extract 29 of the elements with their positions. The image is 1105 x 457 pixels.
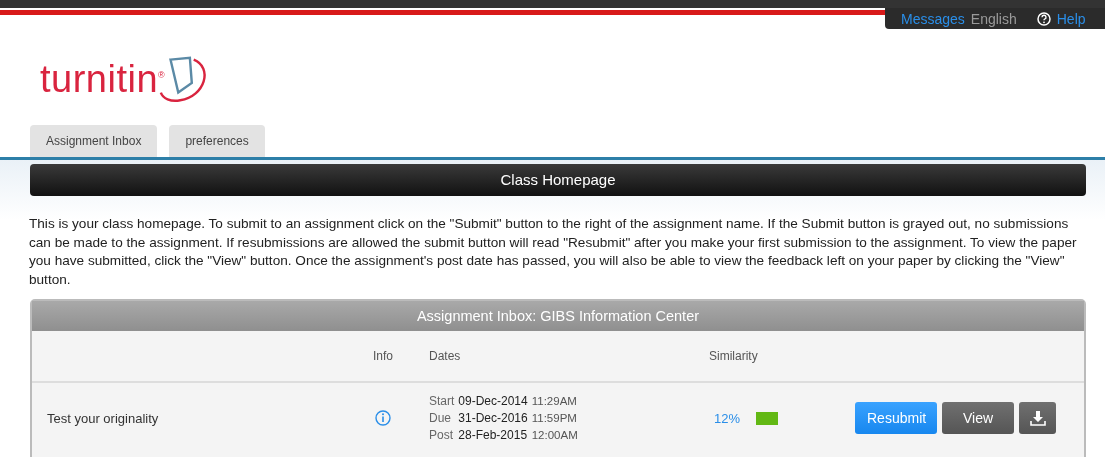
column-header: Info xyxy=(372,349,394,364)
date-label: Start xyxy=(429,392,455,410)
date-label: Post xyxy=(429,426,454,444)
time-value: 11:59PM xyxy=(531,410,578,426)
help-icon[interactable] xyxy=(1036,11,1051,26)
info-icon[interactable] xyxy=(375,410,391,427)
tab[interactable]: Assignment Inbox xyxy=(30,125,158,157)
date-label: Due xyxy=(429,409,452,427)
tab[interactable]: preferences xyxy=(169,125,265,157)
logo-text: turnitin$^{®}$ xyxy=(40,57,166,101)
date-value: 31-Dec-2016 xyxy=(458,409,528,427)
language-label[interactable]: English xyxy=(970,10,1017,27)
intro-paragraph: This is your class homepage. To submit to an assignment click on the "Submit" button to the right of the assignment name. If the Submit button is grayed out, no submissions can be made to the assignment. If resubmissions are allowed the submit button will read "Resubmit" after you make your first submission to the assignment. To view the paper you have submitted, click the "View" button. Once the assignment's post date has passed, you will also be able to view the feedback left on your paper by clicking the "View" button. xyxy=(29,215,1078,289)
column-header: Similarity xyxy=(709,349,759,364)
assignment-name: Test your originality xyxy=(46,410,160,426)
similarity-link[interactable]: 12% xyxy=(714,410,741,426)
column-header: Dates xyxy=(429,349,462,364)
download-button[interactable] xyxy=(1019,402,1056,435)
date-value: 28-Feb-2015 xyxy=(458,426,528,444)
page-title-bar: Class Homepage xyxy=(30,164,1086,196)
download-icon xyxy=(1029,410,1046,427)
help-link[interactable]: Help xyxy=(1056,10,1086,27)
date-value: 09-Dec-2014 xyxy=(458,392,528,410)
time-value: 12:00AM xyxy=(531,427,578,443)
time-value: 11:29AM xyxy=(531,393,578,409)
resubmit-button[interactable]: Resubmit xyxy=(855,402,937,435)
view-button[interactable]: View xyxy=(942,402,1014,435)
inbox-title: Assignment Inbox: GIBS Information Center xyxy=(32,301,1084,332)
messages-link[interactable]: Messages xyxy=(901,10,965,27)
